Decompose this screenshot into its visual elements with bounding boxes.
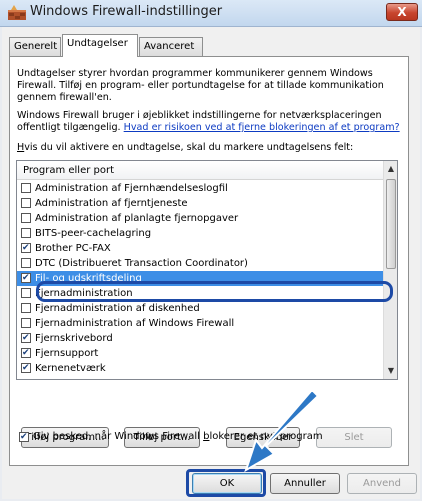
- item-label: Fjernsupport: [35, 348, 99, 359]
- item-label: DTC (Distribueret Transaction Coordinato…: [35, 258, 248, 269]
- item-label: Fjernadministration af Windows Firewall: [35, 318, 235, 329]
- exceptions-panel: Undtagelser styrer hvordan programmer ko…: [9, 56, 409, 466]
- window-title: Windows Firewall-indstillinger: [30, 4, 223, 19]
- scroll-down-arrow-icon[interactable]: ▼: [384, 363, 397, 379]
- item-checkbox[interactable]: [21, 333, 31, 343]
- item-label: Kernenetværk: [35, 363, 106, 374]
- intro-line-2: Firewall. Tilføj en program- eller portu…: [17, 80, 384, 91]
- risk-help-link[interactable]: Hvad er risikoen ved at fjerne blokering…: [124, 122, 400, 133]
- scroll-up-arrow-icon[interactable]: ▲: [384, 161, 397, 177]
- tab-undtagelser[interactable]: Undtagelser: [62, 34, 138, 57]
- list-item[interactable]: Fjernadministration af Windows Firewall: [17, 316, 383, 331]
- item-checkbox[interactable]: [21, 183, 31, 193]
- item-checkbox[interactable]: [21, 258, 31, 268]
- ok-highlight-ring: [186, 469, 266, 497]
- item-label: Administration af fjerntjeneste: [35, 198, 188, 209]
- intro-line-3: gennem firewall'en.: [17, 92, 112, 103]
- list-item[interactable]: DTC (Distribueret Transaction Coordinato…: [17, 256, 383, 271]
- list-item[interactable]: Kernenetværk: [17, 361, 383, 376]
- item-label: Brother PC-FAX: [35, 243, 111, 254]
- list-item[interactable]: Administration af planlagte fjernopgaver: [17, 211, 383, 226]
- item-checkbox[interactable]: [21, 318, 31, 328]
- intro-text: Undtagelser styrer hvordan programmer ko…: [17, 68, 407, 104]
- apply-button[interactable]: Anvend: [347, 473, 417, 494]
- item-checkbox[interactable]: [21, 348, 31, 358]
- item-checkbox[interactable]: [21, 303, 31, 313]
- intro-line-5: offentligt tilgængelig.: [17, 122, 124, 133]
- item-label: Administration af planlagte fjernopgaver: [35, 213, 239, 224]
- list-scrollbar[interactable]: ▲ ▼: [383, 161, 397, 379]
- item-checkbox[interactable]: [21, 288, 31, 298]
- item-checkbox[interactable]: [21, 243, 31, 253]
- instruction-rest: vis du vil aktivere en undtagelse, skal …: [24, 142, 354, 153]
- exceptions-list[interactable]: Program eller port Administration af Fje…: [16, 160, 398, 380]
- list-item[interactable]: Fjernadministration af diskenhed: [17, 301, 383, 316]
- list-item[interactable]: BITS-peer-cachelagring: [17, 226, 383, 241]
- item-label: Administration af Fjernhændelseslogfil: [35, 183, 228, 194]
- instruction-text: Hvis du vil aktivere en undtagelse, skal…: [17, 142, 407, 154]
- list-header-program-or-port[interactable]: Program eller port: [17, 161, 383, 180]
- item-label: Fjernskrivebord: [35, 333, 113, 344]
- list-item[interactable]: Brother PC-FAX: [17, 241, 383, 256]
- cancel-button[interactable]: Annuller: [270, 473, 340, 494]
- list-item[interactable]: Administration af Fjernhændelseslogfil: [17, 181, 383, 196]
- network-location-text: Windows Firewall bruger i øjeblikket ind…: [17, 110, 407, 134]
- firewall-app-icon: [8, 5, 26, 20]
- tab-generelt[interactable]: Generelt: [9, 37, 61, 56]
- item-checkbox[interactable]: [21, 363, 31, 373]
- firewall-settings-window: Windows Firewall-indstillinger X Generel…: [0, 0, 422, 501]
- notify-label: Giv besked, når Windows Firewall blokere…: [33, 431, 323, 442]
- intro-line-1: Undtagelser styrer hvordan programmer ko…: [17, 68, 373, 79]
- item-checkbox[interactable]: [21, 213, 31, 223]
- delete-button[interactable]: Slet: [316, 427, 392, 448]
- item-checkbox[interactable]: [21, 198, 31, 208]
- list-item[interactable]: Fjernsupport: [17, 346, 383, 361]
- item-label: Fjernadministration af diskenhed: [35, 303, 200, 314]
- notify-label-part1: Giv besked, når Windows Firewall: [33, 431, 204, 442]
- dialog-body: Generelt Undtagelser Avanceret Undtagels…: [2, 27, 420, 499]
- item-checkbox[interactable]: [21, 273, 31, 283]
- notify-checkbox[interactable]: [19, 432, 29, 442]
- scrollbar-thumb[interactable]: [386, 179, 396, 269]
- intro-line-4: Windows Firewall bruger i øjeblikket ind…: [17, 110, 382, 121]
- item-checkbox[interactable]: [21, 228, 31, 238]
- item-label: BITS-peer-cachelagring: [35, 228, 152, 239]
- notify-label-part2: lokerer et nyt program: [209, 431, 323, 442]
- list-item[interactable]: Fjernskrivebord: [17, 331, 383, 346]
- selection-highlight-ring: [36, 281, 393, 302]
- title-bar[interactable]: Windows Firewall-indstillinger X: [0, 0, 422, 27]
- close-button[interactable]: X: [386, 3, 418, 21]
- list-item[interactable]: Administration af fjerntjeneste: [17, 196, 383, 211]
- tab-avanceret[interactable]: Avanceret: [139, 37, 203, 56]
